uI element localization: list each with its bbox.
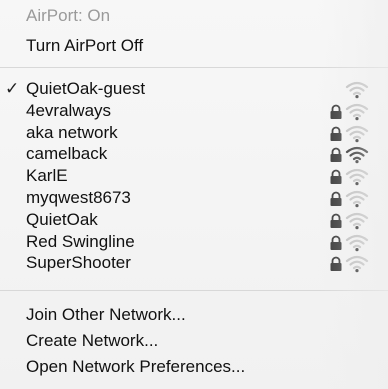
lock-icon [330, 213, 342, 228]
wifi-signal-icon [345, 169, 369, 186]
network-item[interactable]: Red Swingline [0, 231, 388, 253]
turn-airport-off-item[interactable]: Turn AirPort Off [0, 35, 388, 57]
airport-menu: AirPort: On Turn AirPort Off ✓ QuietOak-g… [0, 0, 388, 389]
wifi-signal-icon [345, 147, 369, 164]
create-network-label: Create Network... [26, 331, 159, 350]
wifi-signal-icon [345, 125, 369, 142]
network-name: 4evralways [26, 100, 112, 120]
wifi-signal-icon [345, 81, 369, 99]
network-name: QuietOak-guest [26, 79, 146, 98]
menu-separator [0, 67, 388, 68]
wifi-signal-icon [345, 256, 369, 273]
network-item[interactable]: SuperShooter [0, 252, 388, 274]
network-name: aka network [26, 122, 118, 142]
menu-separator [0, 290, 388, 291]
airport-status: AirPort: On [0, 5, 388, 27]
wifi-signal-icon [345, 190, 369, 208]
network-item[interactable]: QuietOak [0, 209, 388, 231]
network-name: Red Swingline [26, 231, 135, 251]
open-network-preferences-label: Open Network Preferences... [26, 357, 246, 376]
join-other-network-label: Join Other Network... [26, 305, 186, 324]
lock-icon [330, 126, 342, 141]
network-item[interactable]: aka network [0, 122, 388, 144]
network-name: KarlE [26, 166, 68, 186]
wifi-signal-icon [345, 212, 369, 229]
network-item[interactable]: camelback [0, 143, 388, 165]
open-network-preferences-item[interactable]: Open Network Preferences... [0, 356, 388, 378]
network-item[interactable]: 4evralways [0, 100, 388, 122]
wifi-signal-icon [345, 234, 369, 251]
network-name: camelback [26, 144, 108, 164]
join-other-network-item[interactable]: Join Other Network... [0, 304, 388, 326]
network-name: QuietOak [26, 209, 98, 229]
turn-airport-off-label: Turn AirPort Off [26, 36, 144, 55]
network-name: myqwest8673 [26, 188, 131, 207]
airport-status-label: AirPort: On [26, 6, 111, 25]
lock-icon [330, 148, 342, 163]
network-item[interactable]: ✓ QuietOak-guest [0, 78, 388, 100]
network-item[interactable]: KarlE [0, 165, 388, 187]
lock-icon [330, 191, 342, 206]
lock-icon [330, 169, 342, 185]
checkmark-icon: ✓ [5, 79, 20, 98]
lock-icon [330, 257, 342, 272]
lock-icon [330, 235, 342, 250]
create-network-item[interactable]: Create Network... [0, 330, 388, 352]
network-name: SuperShooter [26, 253, 131, 273]
wifi-signal-icon [345, 103, 369, 120]
lock-icon [330, 104, 342, 119]
network-item[interactable]: myqwest8673 [0, 187, 388, 209]
